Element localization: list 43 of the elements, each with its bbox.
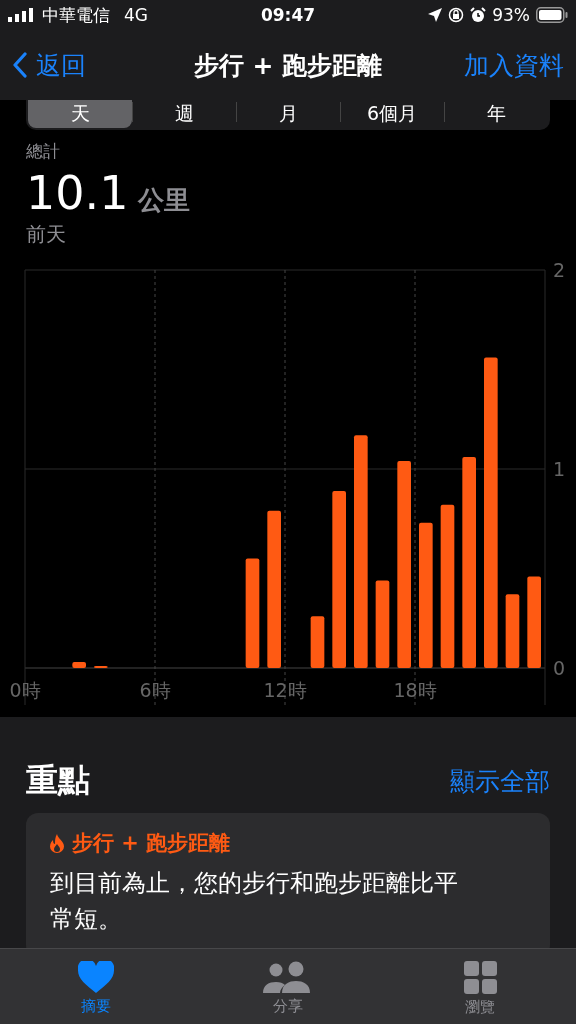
people-icon xyxy=(263,961,313,993)
period-tab[interactable]: 天 xyxy=(28,100,132,128)
location-arrow-icon xyxy=(428,8,443,22)
period-tab[interactable]: 6個月 xyxy=(340,100,444,128)
add-data-button[interactable]: 加入資料 xyxy=(464,48,564,82)
back-button[interactable]: 返回 xyxy=(12,48,86,82)
chevron-left-icon xyxy=(12,52,28,78)
period-tab[interactable]: 年 xyxy=(444,100,548,128)
period-tab[interactable]: 月 xyxy=(236,100,340,128)
y-axis-label: 0 xyxy=(553,657,566,679)
signal-icon xyxy=(8,8,36,22)
flame-icon xyxy=(50,833,64,853)
card-text: 到目前為止，您的步行和跑步距離比平常短。 xyxy=(50,868,459,935)
chart-bar xyxy=(310,616,325,668)
screen-title: 步行 + 跑步距離 xyxy=(193,49,383,82)
section-title: 重點 xyxy=(26,760,90,801)
period-tab[interactable]: 週 xyxy=(132,100,236,128)
network-type: 4G xyxy=(124,5,148,25)
card-title: 步行 + 跑步距離 xyxy=(72,830,231,857)
x-axis-label: 12時 xyxy=(263,679,307,701)
y-axis-label: 2 xyxy=(553,260,566,281)
tab-bar-item[interactable]: 摘要 xyxy=(0,949,192,1024)
highlight-card[interactable]: 步行 + 跑步距離 到目前為止，您的步行和跑步距離比平常短。 xyxy=(26,813,550,948)
alarm-clock-icon xyxy=(470,7,487,23)
tab-bar-item[interactable]: 瀏覽 xyxy=(384,949,576,1024)
total-label: 總計 xyxy=(26,140,61,163)
heart-icon xyxy=(78,961,114,993)
date-label: 前天 xyxy=(26,221,67,248)
total-value: 10.1 xyxy=(26,167,129,219)
tab-bar-item[interactable]: 分享 xyxy=(192,949,384,1024)
y-axis-label: 1 xyxy=(553,458,566,480)
grid-icon xyxy=(463,961,497,994)
rotation-lock-icon xyxy=(448,7,465,23)
chart-bar xyxy=(72,662,86,668)
unit-label: 公里 xyxy=(138,184,191,217)
carrier-name: 中華電信 xyxy=(42,3,110,27)
x-axis-label: 0時 xyxy=(9,679,41,701)
show-all-link[interactable]: 顯示全部 xyxy=(450,764,550,798)
battery-icon xyxy=(536,7,568,23)
clock-time: 09:47 xyxy=(260,5,316,25)
battery-percent: 93% xyxy=(492,5,530,25)
x-axis-label: 18時 xyxy=(393,679,437,701)
x-axis-label: 6時 xyxy=(139,679,171,701)
